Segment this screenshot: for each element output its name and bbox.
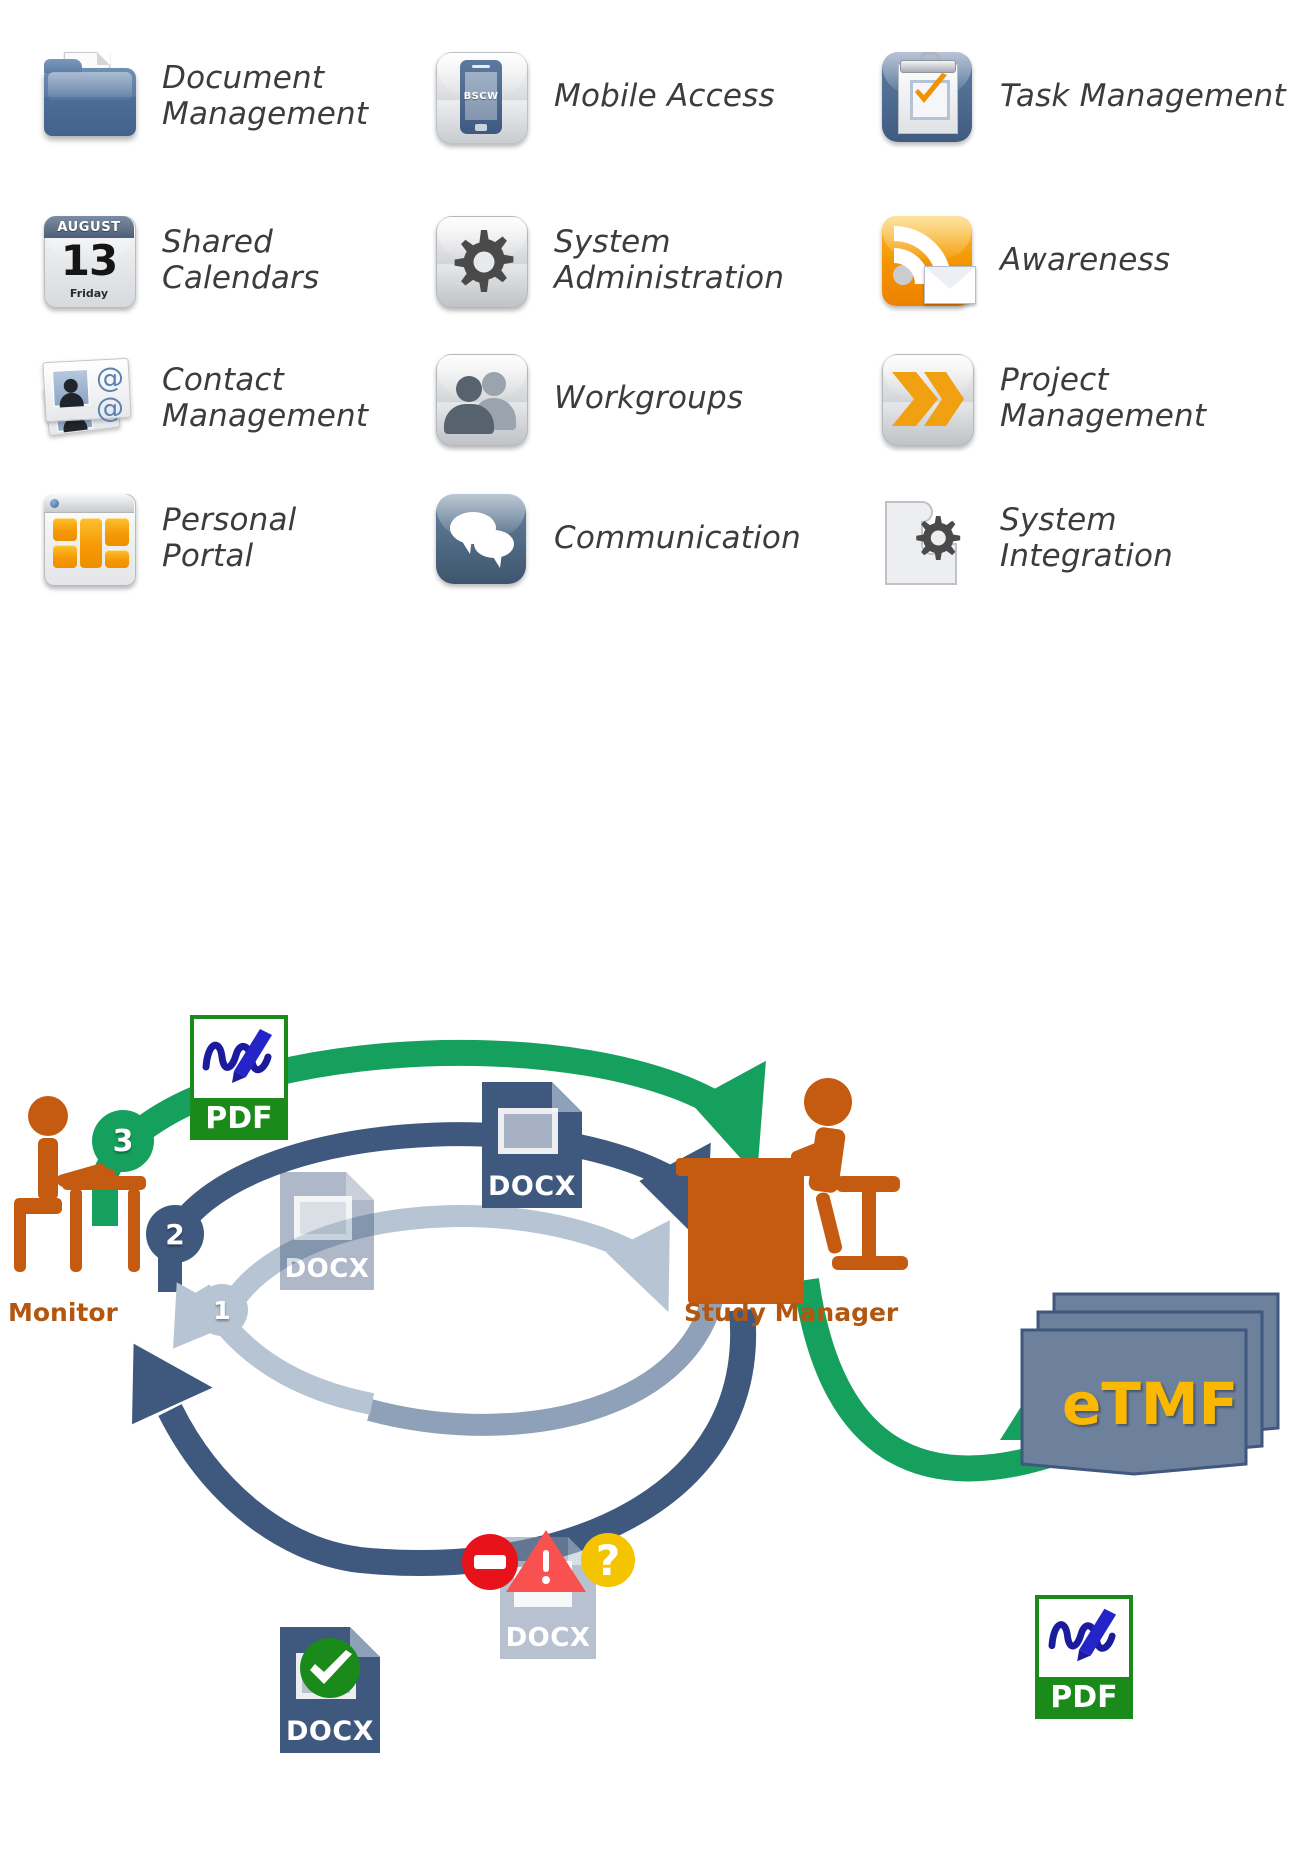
folder-document-icon [38, 46, 140, 148]
pdf-document-signed-top[interactable]: PDF [190, 1015, 288, 1140]
docx-label-draft: DOCX [284, 1254, 370, 1284]
calendar-day-number: 13 [60, 235, 118, 285]
feature-label-system-administration: System Administration [554, 224, 785, 296]
mobile-phone-icon: BSCW [430, 46, 532, 148]
at-symbol-icon-secondary: @ [96, 391, 124, 424]
calendar-icon: AUGUST 13 Friday [38, 210, 140, 312]
feature-label-document-management: Document Management [162, 60, 369, 132]
signature-glyph-archived [1048, 1608, 1117, 1662]
pdf-document-archived[interactable]: PDF [1035, 1595, 1133, 1719]
docx-label-rejected: DOCX [505, 1623, 591, 1653]
step-badge-1-number: 1 [213, 1295, 231, 1325]
feature-item-communication[interactable]: Communication [430, 488, 801, 590]
docx-document-draft[interactable]: DOCX [278, 1170, 376, 1292]
at-symbol-icon: @ [96, 361, 124, 394]
feature-label-contact-management: Contact Management [162, 362, 369, 434]
envelope-icon [924, 266, 976, 304]
portal-window-icon [38, 488, 140, 590]
feature-item-system-administration[interactable]: System Administration [430, 210, 784, 312]
warning-icon [506, 1530, 586, 1592]
docx-label-review: DOCX [488, 1171, 576, 1202]
feature-label-personal-portal: Personal Portal [162, 502, 297, 574]
svg-text:?: ? [596, 1536, 620, 1585]
step-badge-2-number: 2 [165, 1217, 185, 1251]
feature-item-project-management[interactable]: Project Management [876, 348, 1206, 450]
feature-item-mobile-access[interactable]: BSCW Mobile Access [430, 46, 775, 148]
step-badge-3[interactable]: 3 [92, 1110, 154, 1172]
check-icon [300, 1638, 360, 1698]
calendar-weekday-label: Friday [69, 286, 109, 300]
feature-item-personal-portal[interactable]: Personal Portal [38, 488, 297, 590]
feature-item-contact-management[interactable]: @ @ Contact Management [38, 348, 368, 450]
feature-label-system-integration: System Integration [1000, 502, 1174, 574]
feature-label-workgroups: Workgroups [554, 380, 744, 417]
feature-label-communication: Communication [554, 520, 801, 557]
calendar-month-label: AUGUST [57, 219, 121, 235]
step-badge-3-number: 3 [112, 1123, 134, 1159]
feature-label-mobile-access: Mobile Access [554, 78, 775, 115]
people-group-icon [430, 348, 532, 450]
feature-item-system-integration[interactable]: System Integration [876, 488, 1173, 590]
actor-label-study-manager: Study Manager [684, 1298, 899, 1327]
device-brand-label: BSCW [463, 90, 499, 102]
speech-bubbles-icon [430, 488, 532, 590]
checkmark-glyph [915, 73, 947, 103]
feature-item-task-management[interactable]: Task Management [876, 46, 1286, 148]
pdf-label-top: PDF [190, 1097, 288, 1140]
feature-item-workgroups[interactable]: Workgroups [430, 348, 743, 450]
etmf-archive-stack[interactable]: eTMF [1018, 1286, 1286, 1476]
contact-cards-icon: @ @ [38, 348, 140, 450]
step-badge-1[interactable]: 1 [196, 1284, 248, 1336]
feature-label-shared-calendars: Shared Calendars [162, 224, 320, 296]
feature-label-project-management: Project Management [1000, 362, 1207, 434]
question-icon: ? [581, 1533, 635, 1587]
etmf-archive-label: eTMF [1062, 1370, 1239, 1438]
reject-icon [462, 1534, 518, 1590]
document-status-badges: ? [462, 1530, 635, 1592]
gear-icon [430, 210, 532, 312]
feature-item-shared-calendars[interactable]: AUGUST 13 Friday Shared Calendars [38, 210, 319, 312]
rss-envelope-icon [876, 210, 978, 312]
puzzle-gear-icon [876, 488, 978, 590]
feature-label-task-management: Task Management [1000, 78, 1286, 115]
pdf-label-archived: PDF [1035, 1676, 1133, 1719]
clipboard-checkmark-icon [876, 46, 978, 148]
feature-label-awareness: Awareness [1000, 242, 1171, 279]
signature-glyph [202, 1029, 272, 1083]
step-badge-2[interactable]: 2 [146, 1205, 204, 1263]
actor-label-monitor: Monitor [8, 1298, 118, 1327]
feature-item-document-management[interactable]: Document Management [38, 46, 368, 148]
chevrons-forward-icon [876, 348, 978, 450]
feature-icon-grid: Document Management BSCW Mobile Access T… [0, 0, 1298, 680]
feature-item-awareness[interactable]: Awareness [876, 210, 1170, 312]
docx-document-review[interactable]: DOCX [480, 1080, 584, 1210]
docx-label-approved: DOCX [286, 1716, 374, 1747]
